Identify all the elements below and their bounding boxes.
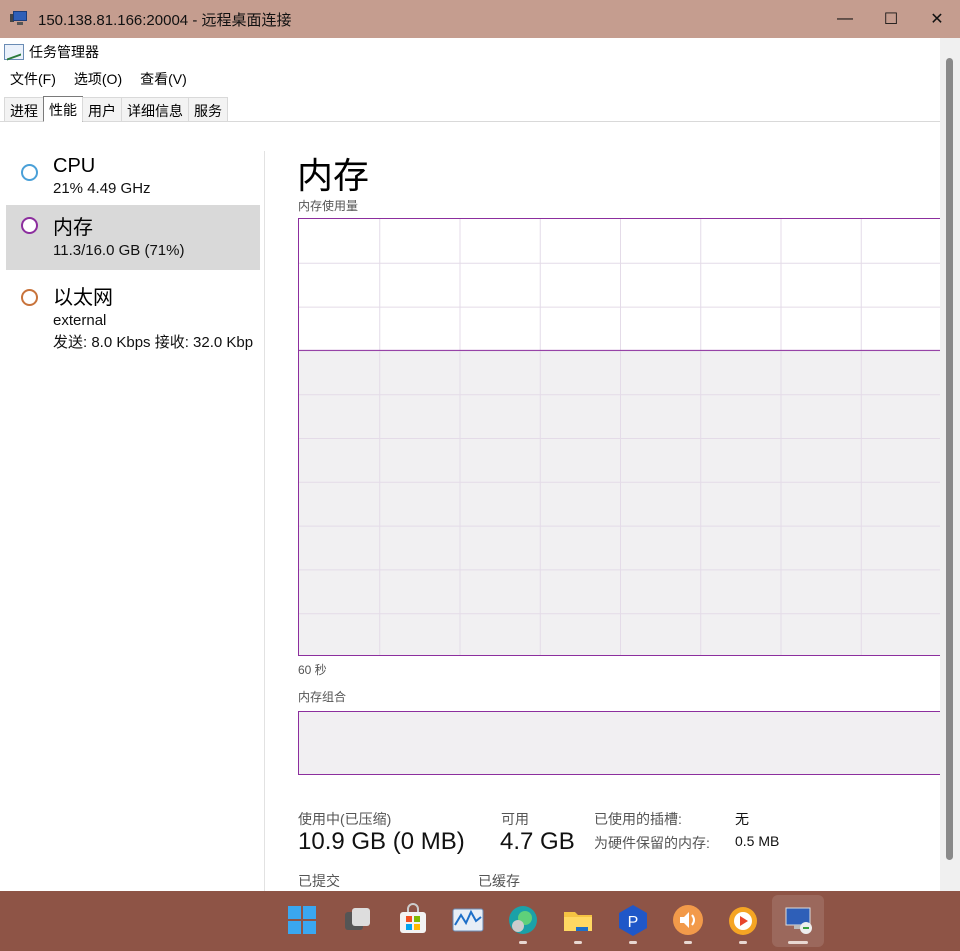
resource-ethernet-adapter: external (53, 312, 107, 329)
resource-ethernet-throughput: 发送: 8.0 Kbps 接收: 32.0 Kbp (53, 334, 254, 351)
resource-ethernet-name: 以太网 (53, 287, 113, 309)
tab-details[interactable]: 详细信息 (121, 97, 189, 121)
reserved-label: 为硬件保留的内存: (594, 835, 710, 851)
p-app-icon[interactable]: P (616, 903, 650, 937)
task-manager-window: 任务管理器 文件(F) 选项(O) 查看(V) 进程 性能 用户 详细信息 服务… (0, 38, 940, 891)
menu-bar: 文件(F) 选项(O) 查看(V) (0, 66, 940, 92)
scrollbar-thumb[interactable] (946, 58, 953, 860)
vertical-scrollbar[interactable] (940, 38, 960, 891)
volume-app-running-indicator (684, 941, 692, 944)
resource-list: CPU 21% 4.49 GHz 内存 11.3/16.0 GB (71%) 以… (0, 151, 265, 891)
memory-usage-chart (299, 219, 940, 655)
app-title: 任务管理器 (29, 44, 99, 60)
tab-processes[interactable]: 进程 (4, 97, 44, 121)
p-app-running-indicator (629, 941, 637, 944)
video-app-running-indicator (739, 941, 747, 944)
resource-cpu-detail: 21% 4.49 GHz (53, 180, 151, 197)
committed-label: 已提交 (298, 873, 340, 889)
remote-desktop-taskbar-icon[interactable] (781, 903, 815, 937)
tab-performance[interactable]: 性能 (43, 96, 83, 122)
resource-memory-detail: 11.3/16.0 GB (71%) (53, 242, 185, 259)
video-app-icon[interactable] (726, 903, 760, 937)
menu-file[interactable]: 文件(F) (10, 69, 56, 89)
page-title: 内存 (297, 156, 370, 197)
in-use-value: 10.9 GB (0 MB) (298, 828, 465, 855)
svg-text:P: P (628, 914, 639, 931)
tab-bar: 进程 性能 用户 详细信息 服务 (0, 92, 940, 122)
minimize-button[interactable]: — (822, 0, 868, 38)
memory-usage-area (299, 350, 940, 655)
tab-services[interactable]: 服务 (188, 97, 228, 121)
resource-memory[interactable]: 内存 11.3/16.0 GB (71%) (6, 205, 260, 270)
file-explorer-icon[interactable] (561, 903, 595, 937)
remote-desktop-icon (10, 10, 30, 28)
ethernet-status-icon (21, 289, 38, 306)
windows-start-icon[interactable] (285, 903, 319, 937)
tab-users[interactable]: 用户 (82, 97, 122, 121)
memory-composition-bar (298, 711, 940, 775)
memory-composition-label: 内存组合 (298, 690, 347, 704)
menu-options[interactable]: 选项(O) (74, 69, 122, 89)
slots-label: 已使用的插槽: (594, 811, 682, 827)
remote-desktop-running-indicator (788, 941, 808, 944)
memory-status-icon (21, 217, 38, 234)
rdp-titlebar: 150.138.81.166:20004 - 远程桌面连接 — ☐ ✕ (0, 0, 960, 38)
maximize-button[interactable]: ☐ (868, 0, 914, 38)
cached-label: 已缓存 (478, 873, 520, 889)
reserved-value: 0.5 MB (735, 833, 780, 849)
time-span-label: 60 秒 (298, 663, 327, 677)
task-manager-icon (4, 44, 24, 60)
in-use-label: 使用中(已压缩) (298, 811, 392, 827)
edge-icon[interactable] (506, 903, 540, 937)
window-title: 150.138.81.166:20004 - 远程桌面连接 (38, 11, 292, 29)
close-button[interactable]: ✕ (914, 0, 960, 38)
available-value: 4.7 GB (500, 828, 575, 855)
window-controls: — ☐ ✕ (822, 0, 960, 38)
volume-app-icon[interactable] (671, 903, 705, 937)
cpu-status-icon (21, 164, 38, 181)
slots-value: 无 (735, 811, 749, 827)
app-titlebar: 任务管理器 (0, 38, 940, 66)
available-label: 可用 (501, 811, 529, 827)
memory-usage-label: 内存使用量 (298, 199, 359, 213)
memory-usage-graph (298, 218, 940, 656)
store-icon[interactable] (396, 903, 430, 937)
resource-memory-name: 内存 (53, 217, 93, 239)
taskbar: P (0, 891, 960, 951)
resource-cpu-name: CPU (53, 155, 96, 177)
explorer-running-indicator (574, 941, 582, 944)
resource-ethernet[interactable]: 以太网 external 发送: 8.0 Kbps 接收: 32.0 Kbp (6, 275, 260, 351)
resource-monitor-icon[interactable] (451, 903, 485, 937)
edge-running-indicator (519, 941, 527, 944)
menu-view[interactable]: 查看(V) (140, 69, 187, 89)
task-view-icon[interactable] (341, 903, 375, 937)
